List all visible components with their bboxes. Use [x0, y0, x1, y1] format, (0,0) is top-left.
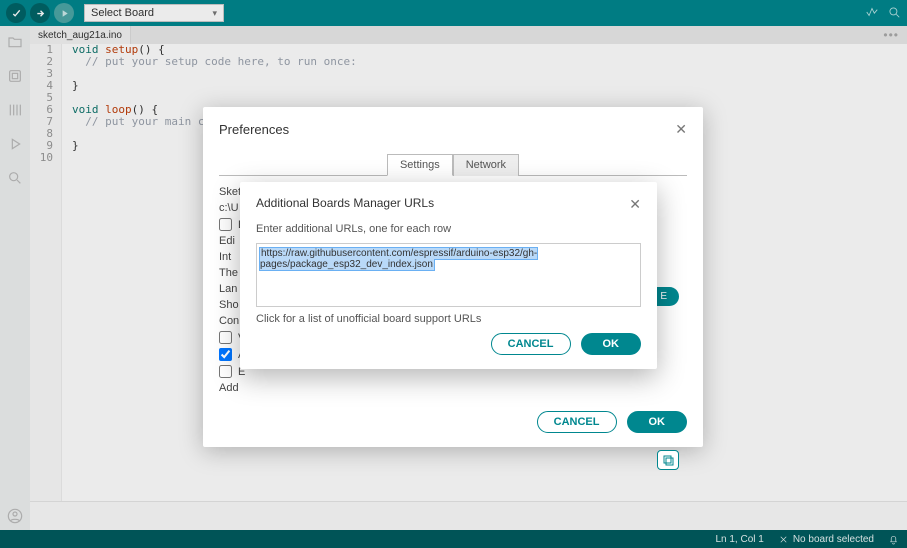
- prefs-additional-row: Add: [219, 382, 687, 394]
- tab-settings[interactable]: Settings: [387, 154, 453, 176]
- tab-network[interactable]: Network: [453, 154, 519, 176]
- boards-urls-hint: Enter additional URLs, one for each row: [256, 223, 641, 235]
- boards-urls-title: Additional Boards Manager URLs: [256, 196, 434, 213]
- close-icon[interactable]: ✕: [675, 121, 687, 138]
- close-icon[interactable]: ✕: [629, 196, 641, 213]
- boards-urls-ok-button[interactable]: OK: [581, 333, 642, 355]
- boards-urls-value: https://raw.githubusercontent.com/espres…: [260, 248, 537, 270]
- boards-urls-cancel-button[interactable]: CANCEL: [491, 333, 571, 355]
- boards-urls-help-link[interactable]: Click for a list of unofficial board sup…: [256, 313, 641, 325]
- boards-urls-dialog: Additional Boards Manager URLs ✕ Enter a…: [240, 182, 657, 369]
- preferences-tabs: Settings Network: [219, 154, 687, 176]
- preferences-ok-button[interactable]: OK: [627, 411, 688, 433]
- preferences-title: Preferences: [219, 122, 289, 137]
- boards-urls-textarea[interactable]: https://raw.githubusercontent.com/espres…: [256, 243, 641, 307]
- preferences-cancel-button[interactable]: CANCEL: [537, 411, 617, 433]
- additional-urls-edit-button[interactable]: [657, 450, 679, 470]
